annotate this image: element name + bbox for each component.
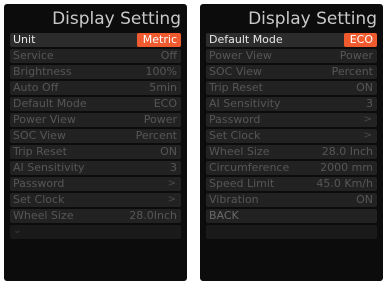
setting-label: Circumference bbox=[209, 161, 290, 174]
setting-label: Auto Off bbox=[13, 81, 59, 94]
chevron-right-icon: > bbox=[167, 194, 176, 205]
setting-label: Power View bbox=[13, 113, 76, 126]
setting-value-badge: Metric bbox=[136, 33, 181, 47]
setting-row-set-clock[interactable]: Set Clock > bbox=[10, 193, 181, 207]
setting-row-vibration[interactable]: Vibration ON bbox=[206, 193, 377, 207]
right-display-screen: Display Setting Default Mode ECO Power V… bbox=[200, 4, 383, 281]
setting-value: 45.0 Km/h bbox=[316, 177, 373, 190]
empty-row bbox=[206, 225, 377, 239]
setting-value: Power bbox=[143, 113, 177, 126]
setting-value: 5min bbox=[149, 81, 177, 94]
setting-label: Wheel Size bbox=[209, 145, 270, 158]
setting-row-password[interactable]: Password > bbox=[10, 177, 181, 191]
left-display-screen: Display Setting Unit Metric Service Off … bbox=[4, 4, 187, 281]
setting-row-set-clock[interactable]: Set Clock > bbox=[206, 129, 377, 143]
setting-label: Service bbox=[13, 49, 54, 62]
setting-label: SOC View bbox=[13, 129, 66, 142]
scroll-more-row[interactable]: ⌄ bbox=[10, 225, 181, 239]
setting-label: Set Clock bbox=[13, 193, 65, 206]
setting-label: Default Mode bbox=[209, 33, 283, 46]
setting-label: Set Clock bbox=[209, 129, 261, 142]
chevron-right-icon: > bbox=[167, 178, 176, 189]
setting-label: Trip Reset bbox=[13, 145, 67, 158]
chevron-right-icon: > bbox=[363, 114, 372, 125]
setting-row-circumference[interactable]: Circumference 2000 mm bbox=[206, 161, 377, 175]
setting-row-auto-off[interactable]: Auto Off 5min bbox=[10, 81, 181, 95]
setting-value: 28.0 Inch bbox=[321, 145, 373, 158]
setting-row-soc-view[interactable]: SOC View Percent bbox=[206, 65, 377, 79]
setting-row-speed-limit[interactable]: Speed Limit 45.0 Km/h bbox=[206, 177, 377, 191]
setting-value: 100% bbox=[145, 65, 177, 78]
setting-value: Off bbox=[160, 49, 177, 62]
setting-label: Password bbox=[209, 113, 261, 126]
setting-value-badge: ECO bbox=[343, 33, 377, 47]
setting-value: Percent bbox=[135, 129, 177, 142]
setting-row-default-mode[interactable]: Default Mode ECO bbox=[10, 97, 181, 111]
settings-menu: Default Mode ECO Power View Power SOC Vi… bbox=[206, 33, 377, 241]
setting-row-ai-sensitivity[interactable]: AI Sensitivity 3 bbox=[10, 161, 181, 175]
setting-row-wheel-size[interactable]: Wheel Size 28.0Inch bbox=[10, 209, 181, 223]
setting-row-trip-reset[interactable]: Trip Reset ON bbox=[10, 145, 181, 159]
setting-value: Percent bbox=[331, 65, 373, 78]
setting-label: AI Sensitivity bbox=[13, 161, 85, 174]
setting-label: Default Mode bbox=[13, 97, 87, 110]
settings-menu: Unit Metric Service Off Brightness 100% … bbox=[10, 33, 181, 241]
back-label: BACK bbox=[209, 209, 239, 222]
setting-value: 3 bbox=[170, 161, 177, 174]
setting-value: 3 bbox=[366, 97, 373, 110]
setting-label: Trip Reset bbox=[209, 81, 263, 94]
screen-title: Display Setting bbox=[52, 9, 181, 29]
setting-value: ON bbox=[356, 81, 373, 94]
setting-row-default-mode[interactable]: Default Mode ECO bbox=[206, 33, 377, 47]
setting-value: 2000 mm bbox=[320, 161, 373, 174]
setting-value: ON bbox=[160, 145, 177, 158]
chevron-down-icon: ⌄ bbox=[13, 225, 22, 236]
setting-value: 28.0Inch bbox=[129, 209, 177, 222]
setting-row-power-view[interactable]: Power View Power bbox=[10, 113, 181, 127]
setting-row-wheel-size[interactable]: Wheel Size 28.0 Inch bbox=[206, 145, 377, 159]
setting-label: SOC View bbox=[209, 65, 262, 78]
setting-label: Power View bbox=[209, 49, 272, 62]
setting-value: Power bbox=[339, 49, 373, 62]
back-button[interactable]: BACK bbox=[206, 209, 377, 223]
setting-label: Speed Limit bbox=[209, 177, 275, 190]
setting-row-power-view[interactable]: Power View Power bbox=[206, 49, 377, 63]
chevron-right-icon: > bbox=[363, 130, 372, 141]
setting-label: Unit bbox=[13, 33, 36, 46]
setting-label: Wheel Size bbox=[13, 209, 74, 222]
setting-label: AI Sensitivity bbox=[209, 97, 281, 110]
setting-row-password[interactable]: Password > bbox=[206, 113, 377, 127]
setting-row-unit[interactable]: Unit Metric bbox=[10, 33, 181, 47]
setting-row-ai-sensitivity[interactable]: AI Sensitivity 3 bbox=[206, 97, 377, 111]
setting-value: ECO bbox=[153, 97, 177, 110]
setting-label: Password bbox=[13, 177, 65, 190]
setting-label: Brightness bbox=[13, 65, 72, 78]
screen-title: Display Setting bbox=[248, 9, 377, 29]
setting-row-service[interactable]: Service Off bbox=[10, 49, 181, 63]
setting-value: ON bbox=[356, 193, 373, 206]
setting-row-soc-view[interactable]: SOC View Percent bbox=[10, 129, 181, 143]
setting-row-brightness[interactable]: Brightness 100% bbox=[10, 65, 181, 79]
setting-label: Vibration bbox=[209, 193, 259, 206]
setting-row-trip-reset[interactable]: Trip Reset ON bbox=[206, 81, 377, 95]
